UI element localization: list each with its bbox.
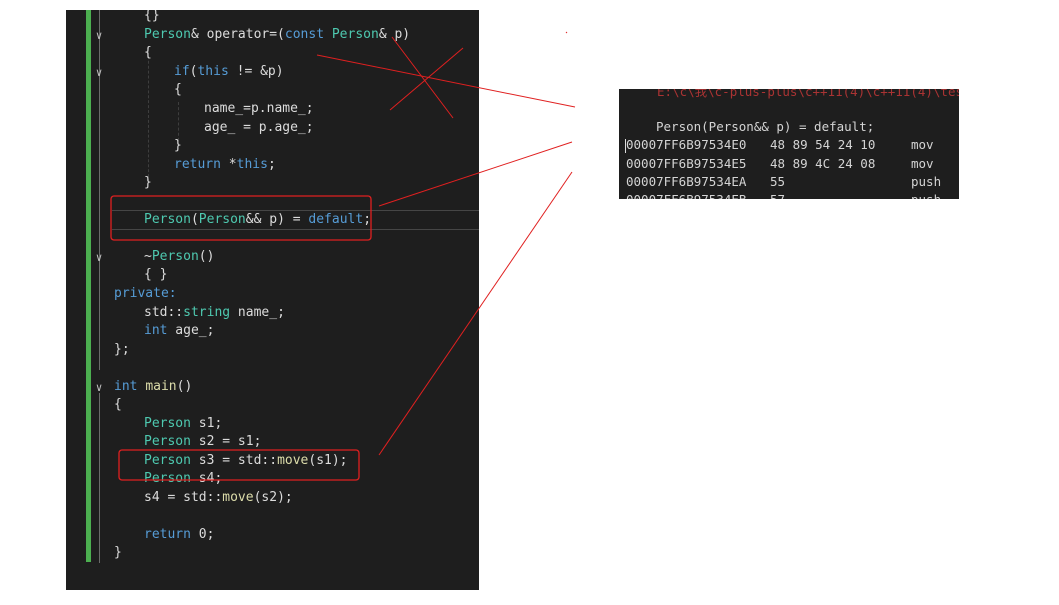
code-line[interactable]: return *this; [174,156,276,174]
code-line[interactable]: std::string name_; [144,304,285,322]
code-editor[interactable]: ∨ ∨ ∨ ∨ {} Person& operator=(const Perso… [66,10,479,590]
indent-guide [148,46,149,182]
address[interactable]: 00007FF6B97534E5 [626,155,746,173]
code-line[interactable]: Person(Person&& p) = default; [144,211,371,229]
code-line[interactable]: Person s3 = std::move(s1); [144,452,348,470]
mnemonic: mov [911,156,934,171]
mnemonic: push [911,174,942,189]
chevron-down-icon[interactable]: ∨ [93,251,105,265]
code-line[interactable]: { [114,396,122,414]
code-line[interactable]: ~Person() [144,248,214,266]
code-line[interactable]: Person s1; [144,415,222,433]
code-line[interactable]: } [174,137,182,155]
code-line[interactable]: Person s2 = s1; [144,433,261,451]
opcode-bytes: 57 [770,191,785,199]
change-indicator-bar [86,10,91,562]
source-line: Person(Person&& p) = default; [656,119,875,134]
code-line[interactable]: age_ = p.age_; [204,119,314,137]
opcode-bytes: 55 [770,174,786,189]
code-line[interactable]: private: [114,285,177,303]
code-line[interactable]: { } [144,266,167,284]
scope-guide [99,10,100,370]
code-line[interactable]: { [174,81,182,99]
chevron-down-icon[interactable]: ∨ [93,66,105,80]
code-line[interactable]: int main() [114,378,192,396]
mnemonic: mov [911,137,934,152]
opcode-bytes: 48 89 54 24 10 [770,137,876,152]
disassembly-panel[interactable]: E:\c\我\c-plus-plus\c++11(4)\c++11(4)\tes… [619,89,959,199]
code-line[interactable]: name_=p.name_; [204,100,314,118]
code-line[interactable]: return 0; [144,526,214,544]
code-line[interactable]: s4 = std::move(s2); [144,489,293,507]
chevron-down-icon[interactable]: ∨ [93,29,105,43]
address[interactable]: 00007FF6B97534EB [626,191,746,199]
source-path: E:\c\我\c-plus-plus\c++11(4)\c++11(4)\tes [657,89,959,99]
scope-guide [99,393,100,563]
address[interactable]: 00007FF6B97534E0 [626,136,746,154]
opcode-bytes: 48 89 4C 24 08 [770,156,876,171]
code-line[interactable]: }; [114,341,130,359]
code-line[interactable]: } [144,174,152,192]
code-line[interactable]: {} [144,10,160,25]
address[interactable]: 00007FF6B97534EA [626,173,746,191]
code-line[interactable]: int age_; [144,322,214,340]
code-line[interactable]: { [144,44,152,62]
chevron-down-icon[interactable]: ∨ [93,381,105,395]
code-line[interactable]: Person& operator=(const Person& p) [144,26,410,44]
code-line[interactable]: if(this != &p) [174,63,284,81]
code-line[interactable]: Person s4; [144,470,222,488]
code-line[interactable]: } [114,544,122,562]
annotation-dot [565,31,568,34]
mnemonic: push [911,191,941,199]
